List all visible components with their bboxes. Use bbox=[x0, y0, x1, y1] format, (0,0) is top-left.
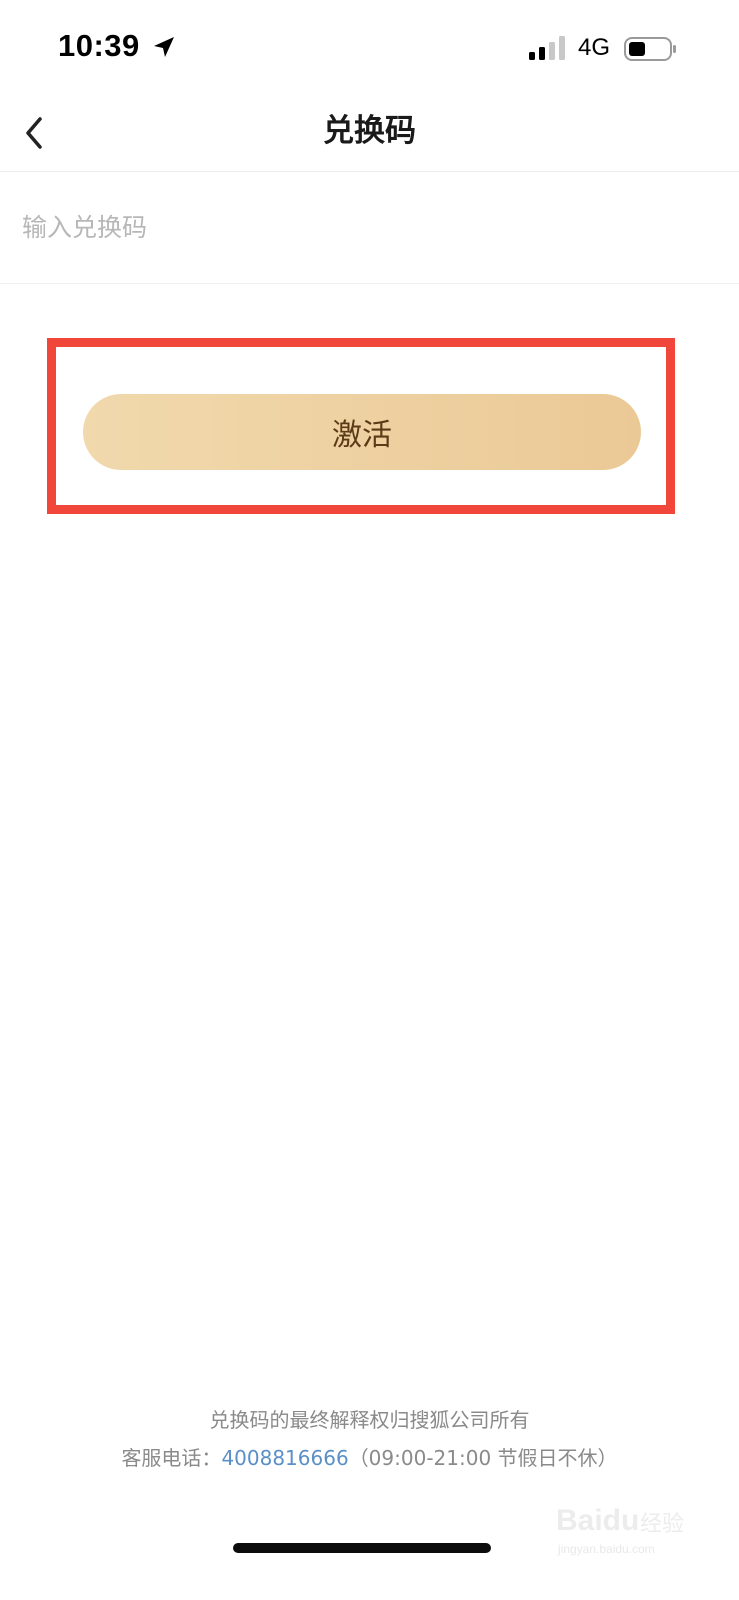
activate-button[interactable]: 激活 bbox=[83, 394, 641, 470]
footer-service-line: 客服电话：4008816666（09:00-21:00 节假日不休） bbox=[0, 1440, 739, 1476]
baidu-watermark: Baidu 经验 jingyan.baidu.com bbox=[556, 1490, 696, 1560]
network-type: 4G bbox=[578, 34, 611, 61]
footer: 兑换码的最终解释权归搜狐公司所有 客服电话：4008816666（09:00-2… bbox=[0, 1402, 739, 1476]
service-phone-link[interactable]: 4008816666 bbox=[221, 1446, 348, 1470]
location-arrow-icon bbox=[154, 37, 174, 57]
status-time: 10:39 bbox=[58, 28, 140, 63]
activate-button-label: 激活 bbox=[332, 418, 392, 453]
code-input-row bbox=[0, 172, 739, 284]
watermark-text: Baidu bbox=[556, 1504, 640, 1537]
service-label: 客服电话： bbox=[121, 1446, 222, 1470]
home-indicator[interactable] bbox=[233, 1543, 491, 1553]
watermark-text-cn: 经验 bbox=[640, 1512, 685, 1537]
status-bar: 10:39 4G bbox=[0, 0, 739, 95]
watermark-subtext: jingyan.baidu.com bbox=[558, 1542, 655, 1556]
chevron-left-icon bbox=[26, 117, 42, 149]
nav-bar: 兑换码 bbox=[0, 95, 739, 172]
signal-icon bbox=[529, 36, 565, 60]
service-hours: （09:00-21:00 节假日不休） bbox=[348, 1446, 618, 1470]
battery-icon bbox=[624, 37, 676, 61]
back-button[interactable] bbox=[12, 103, 56, 163]
page-title: 兑换码 bbox=[323, 113, 416, 149]
footer-notice: 兑换码的最终解释权归搜狐公司所有 bbox=[209, 1408, 530, 1432]
redeem-code-input[interactable] bbox=[22, 192, 712, 262]
